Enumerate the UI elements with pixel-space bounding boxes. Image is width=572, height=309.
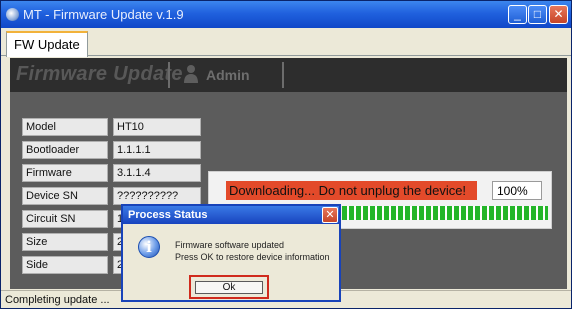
admin-button-label[interactable]: Admin [206,67,250,83]
side-label: Side [22,256,108,274]
dialog-message-line2: Press OK to restore device information [175,252,330,262]
process-status-dialog: Process Status ✕ i Firmware software upd… [121,204,341,302]
dialog-title[interactable]: Process Status [123,206,339,224]
firmware-label: Firmware [22,164,108,182]
model-label: Model [22,118,108,136]
progress-bar [342,206,548,220]
maximize-button[interactable]: □ [528,5,547,24]
title-bar[interactable]: MT - Firmware Update v.1.9 _ □ ✕ [1,1,571,28]
ok-button[interactable]: Ok [195,281,263,294]
tab-strip: FW Update [1,28,571,57]
app-icon [6,8,19,21]
circuit-sn-label: Circuit SN [22,210,108,228]
minimize-button[interactable]: _ [508,5,527,24]
tab-fw-update[interactable]: FW Update [6,31,88,57]
bootloader-value: 1.1.1.1 [113,141,201,159]
download-warning: Downloading... Do not unplug the device! [226,181,477,200]
device-sn-value: ?????????? [113,187,201,205]
info-icon: i [138,236,160,258]
dialog-close-button[interactable]: ✕ [322,207,338,223]
progress-bar-fill [342,206,548,220]
progress-percent: 100% [492,181,542,200]
bootloader-label: Bootloader [22,141,108,159]
window-title: MT - Firmware Update v.1.9 [23,7,184,22]
model-value: HT10 [113,118,201,136]
firmware-update-window: MT - Firmware Update v.1.9 _ □ ✕ FW Upda… [0,0,572,309]
header-banner: Firmware Update Admin [10,58,567,92]
banner-divider [282,62,284,88]
close-button[interactable]: ✕ [549,5,568,24]
user-icon [184,65,198,83]
size-label: Size [22,233,108,251]
ok-button-highlight: Ok [189,275,269,299]
banner-title: Firmware Update [16,63,183,85]
banner-divider [168,62,170,88]
status-text: Completing update ... [5,294,110,306]
dialog-message-line1: Firmware software updated [175,240,285,250]
firmware-value: 3.1.1.4 [113,164,201,182]
device-sn-label: Device SN [22,187,108,205]
